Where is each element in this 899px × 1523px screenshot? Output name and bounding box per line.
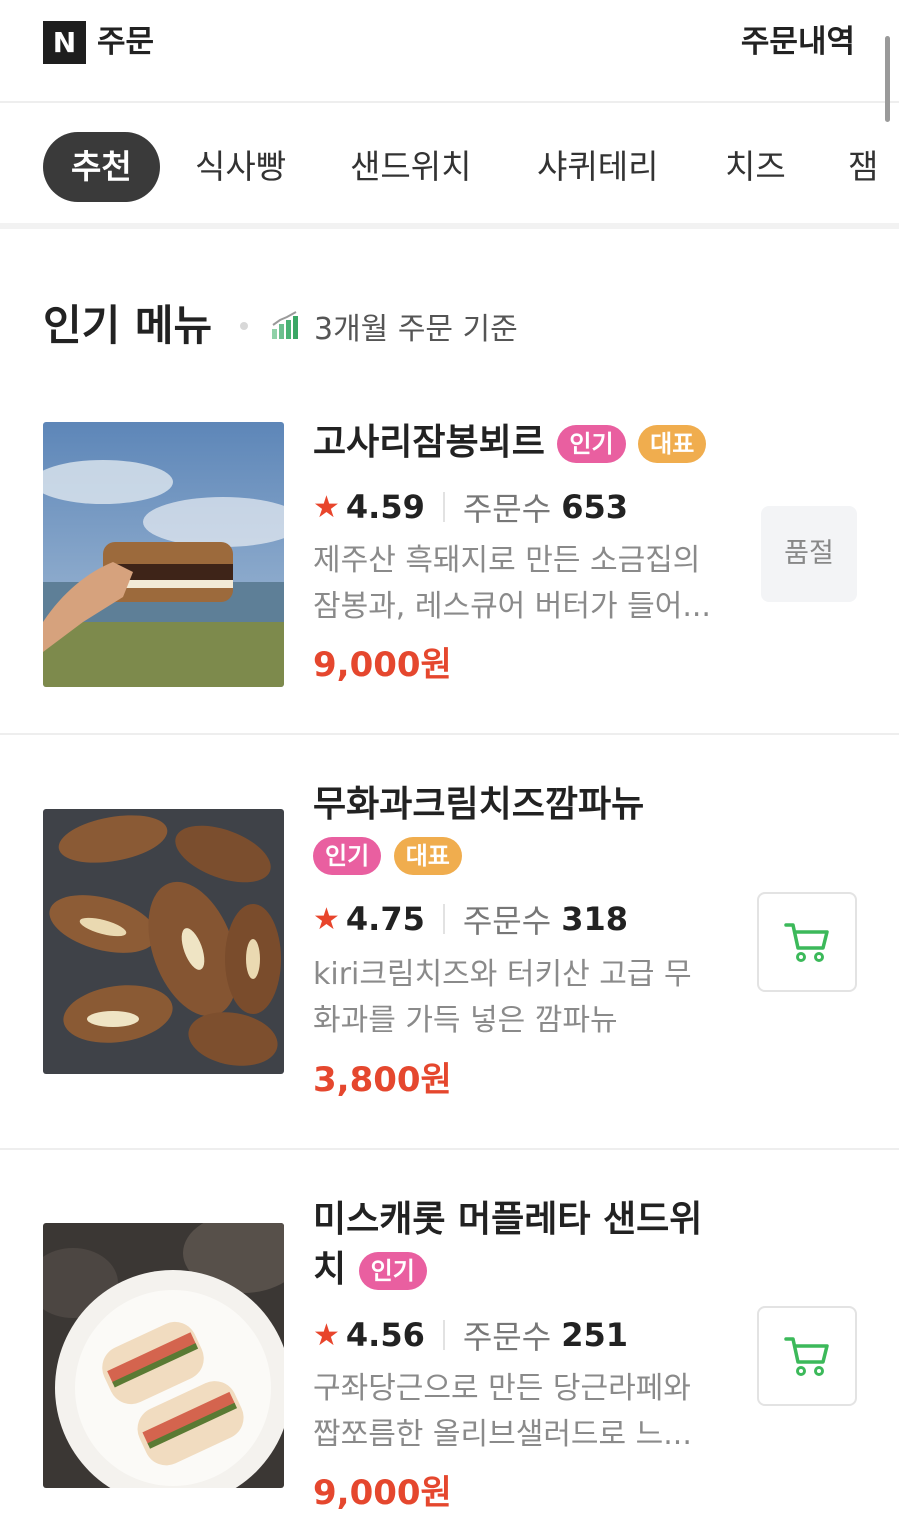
cart-icon	[784, 1337, 829, 1376]
item-description: kiri크림치즈와 터키산 고급 무 화과를 가득 넣은 깜파뉴	[313, 952, 713, 1044]
item-photo[interactable]	[43, 1223, 284, 1488]
item-badges: 인기 대표	[313, 830, 462, 880]
order-count-label: 주문수	[462, 490, 552, 528]
top-bar: N 주문 주문내역	[0, 0, 899, 103]
item-divider	[0, 733, 899, 735]
order-count: 318	[561, 900, 628, 938]
page-title: 주문	[97, 24, 155, 60]
signature-badge: 대표	[638, 425, 707, 463]
popular-badge: 인기	[313, 837, 382, 875]
item-rating: 4.56	[345, 1316, 425, 1354]
description-line: 화과를 가득 넣은 깜파뉴	[313, 1003, 618, 1038]
item-photo[interactable]	[43, 422, 284, 687]
tab-meal-bread[interactable]: 식사빵	[195, 132, 286, 202]
add-to-cart-button[interactable]	[757, 892, 857, 992]
tab-jam[interactable]: 잼	[848, 132, 878, 202]
popular-badge: 인기	[557, 425, 626, 463]
tab-charcuterie[interactable]: 샤퀴테리	[537, 132, 658, 202]
separator-dot	[240, 322, 248, 330]
order-count-label: 주문수	[462, 1318, 552, 1356]
item-stats: ★ 4.75 주문수 318	[313, 899, 628, 940]
tab-sandwich[interactable]: 샌드위치	[350, 132, 471, 202]
order-count: 653	[561, 488, 628, 526]
item-price: 9,000원	[313, 645, 452, 685]
stat-divider	[442, 492, 445, 522]
stat-divider	[442, 904, 445, 934]
item-name-continued[interactable]: 치 인기	[313, 1245, 427, 1295]
sold-out-button[interactable]: 품절	[761, 506, 857, 602]
item-name-text: 고사리잠봉뵈르	[313, 422, 545, 463]
section-title: 인기 메뉴	[43, 301, 213, 350]
item-stats: ★ 4.59 주문수 653	[313, 487, 628, 528]
tab-cheese[interactable]: 치즈	[725, 132, 786, 202]
star-icon: ★	[313, 489, 340, 525]
item-name[interactable]: 고사리잠봉뵈르 인기 대표	[313, 418, 707, 468]
signature-badge: 대표	[393, 837, 462, 875]
order-history-button[interactable]: 주문내역	[741, 22, 855, 62]
tab-recommended[interactable]: 추천	[43, 132, 160, 202]
item-description: 구좌당근으로 만든 당근라페와 짭쪼름한 올리브샐러드로 느...	[313, 1366, 713, 1458]
item-name[interactable]: 미스캐롯 머플레타 샌드위	[313, 1195, 702, 1245]
description-line: 제주산 흑돼지로 만든 소금집의	[313, 543, 701, 578]
add-to-cart-button[interactable]	[757, 1306, 857, 1406]
order-basis: 3개월 주문 기준	[270, 306, 518, 347]
item-divider	[0, 1148, 899, 1150]
item-name-text: 치	[313, 1249, 347, 1290]
item-stats: ★ 4.56 주문수 251	[313, 1315, 628, 1356]
popular-badge: 인기	[358, 1252, 427, 1290]
chart-icon	[272, 311, 298, 339]
star-icon: ★	[313, 901, 340, 937]
stat-divider	[442, 1320, 445, 1350]
cart-icon	[784, 923, 829, 962]
scrollbar[interactable]	[885, 36, 890, 122]
description-line: 짭쪼름한 올리브샐러드로 느...	[313, 1417, 692, 1452]
order-basis-label: 3개월 주문 기준	[314, 312, 518, 347]
star-icon: ★	[313, 1317, 340, 1353]
naver-logo: N	[43, 21, 86, 64]
item-rating: 4.59	[345, 488, 425, 526]
item-name[interactable]: 무화과크림치즈깜파뉴	[313, 780, 644, 830]
description-line: kiri크림치즈와 터키산 고급 무	[313, 957, 692, 992]
item-price: 9,000원	[313, 1473, 452, 1513]
item-price: 3,800원	[313, 1060, 452, 1100]
item-rating: 4.75	[345, 900, 425, 938]
item-description: 제주산 흑돼지로 만든 소금집의 잠봉과, 레스큐어 버터가 들어...	[313, 538, 713, 630]
description-line: 잠봉과, 레스큐어 버터가 들어...	[313, 589, 711, 624]
description-line: 구좌당근으로 만든 당근라페와	[313, 1371, 691, 1406]
order-count-label: 주문수	[462, 902, 552, 940]
order-count: 251	[561, 1316, 628, 1354]
category-tabs: 추천 식사빵 샌드위치 샤퀴테리 치즈 잼	[0, 105, 899, 229]
item-photo[interactable]	[43, 809, 284, 1074]
